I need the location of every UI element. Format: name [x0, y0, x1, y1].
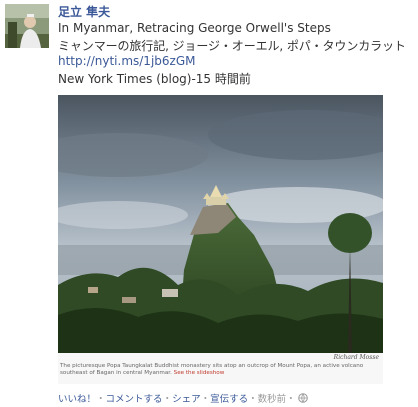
post-actions: いいね！・コメントする・シェア・宣伝する・数秒前・ — [58, 391, 308, 406]
comment-link[interactable]: コメントする — [106, 394, 163, 405]
action-separator: ・ — [248, 394, 258, 405]
slideshow-link[interactable]: See the slideshow — [174, 370, 225, 376]
avatar[interactable] — [5, 4, 49, 48]
action-separator: ・ — [96, 394, 106, 405]
author-name[interactable]: 足立 隼夫 — [58, 3, 110, 20]
photo-caption: The picturesque Popa Taungkalat Buddhist… — [60, 363, 380, 377]
post-subtitle-jp: ミャンマーの旅行記, ジョージ・オーエル, ポパ・タウンカラット — [58, 39, 406, 53]
article-source: New York Times (blog)-15 時間前 — [58, 72, 251, 86]
article-link[interactable]: http://nyti.ms/1jb6zGM — [58, 54, 195, 68]
like-link[interactable]: いいね！ — [58, 394, 96, 405]
action-separator: ・ — [286, 394, 296, 405]
share-link[interactable]: シェア — [172, 394, 201, 405]
article-photo[interactable]: Richard Mosse The picturesque Popa Taung… — [58, 95, 383, 384]
photo-credit: Richard Mosse — [333, 354, 379, 361]
post-title: In Myanmar, Retracing George Orwell's St… — [58, 21, 331, 35]
feed-post: 足立 隼夫 In Myanmar, Retracing George Orwel… — [0, 0, 418, 407]
globe-icon[interactable] — [297, 393, 308, 406]
post-timestamp[interactable]: 数秒前 — [258, 394, 287, 405]
action-separator: ・ — [200, 394, 211, 405]
action-separator: ・ — [162, 394, 173, 405]
promote-link[interactable]: 宣伝する — [210, 394, 248, 405]
